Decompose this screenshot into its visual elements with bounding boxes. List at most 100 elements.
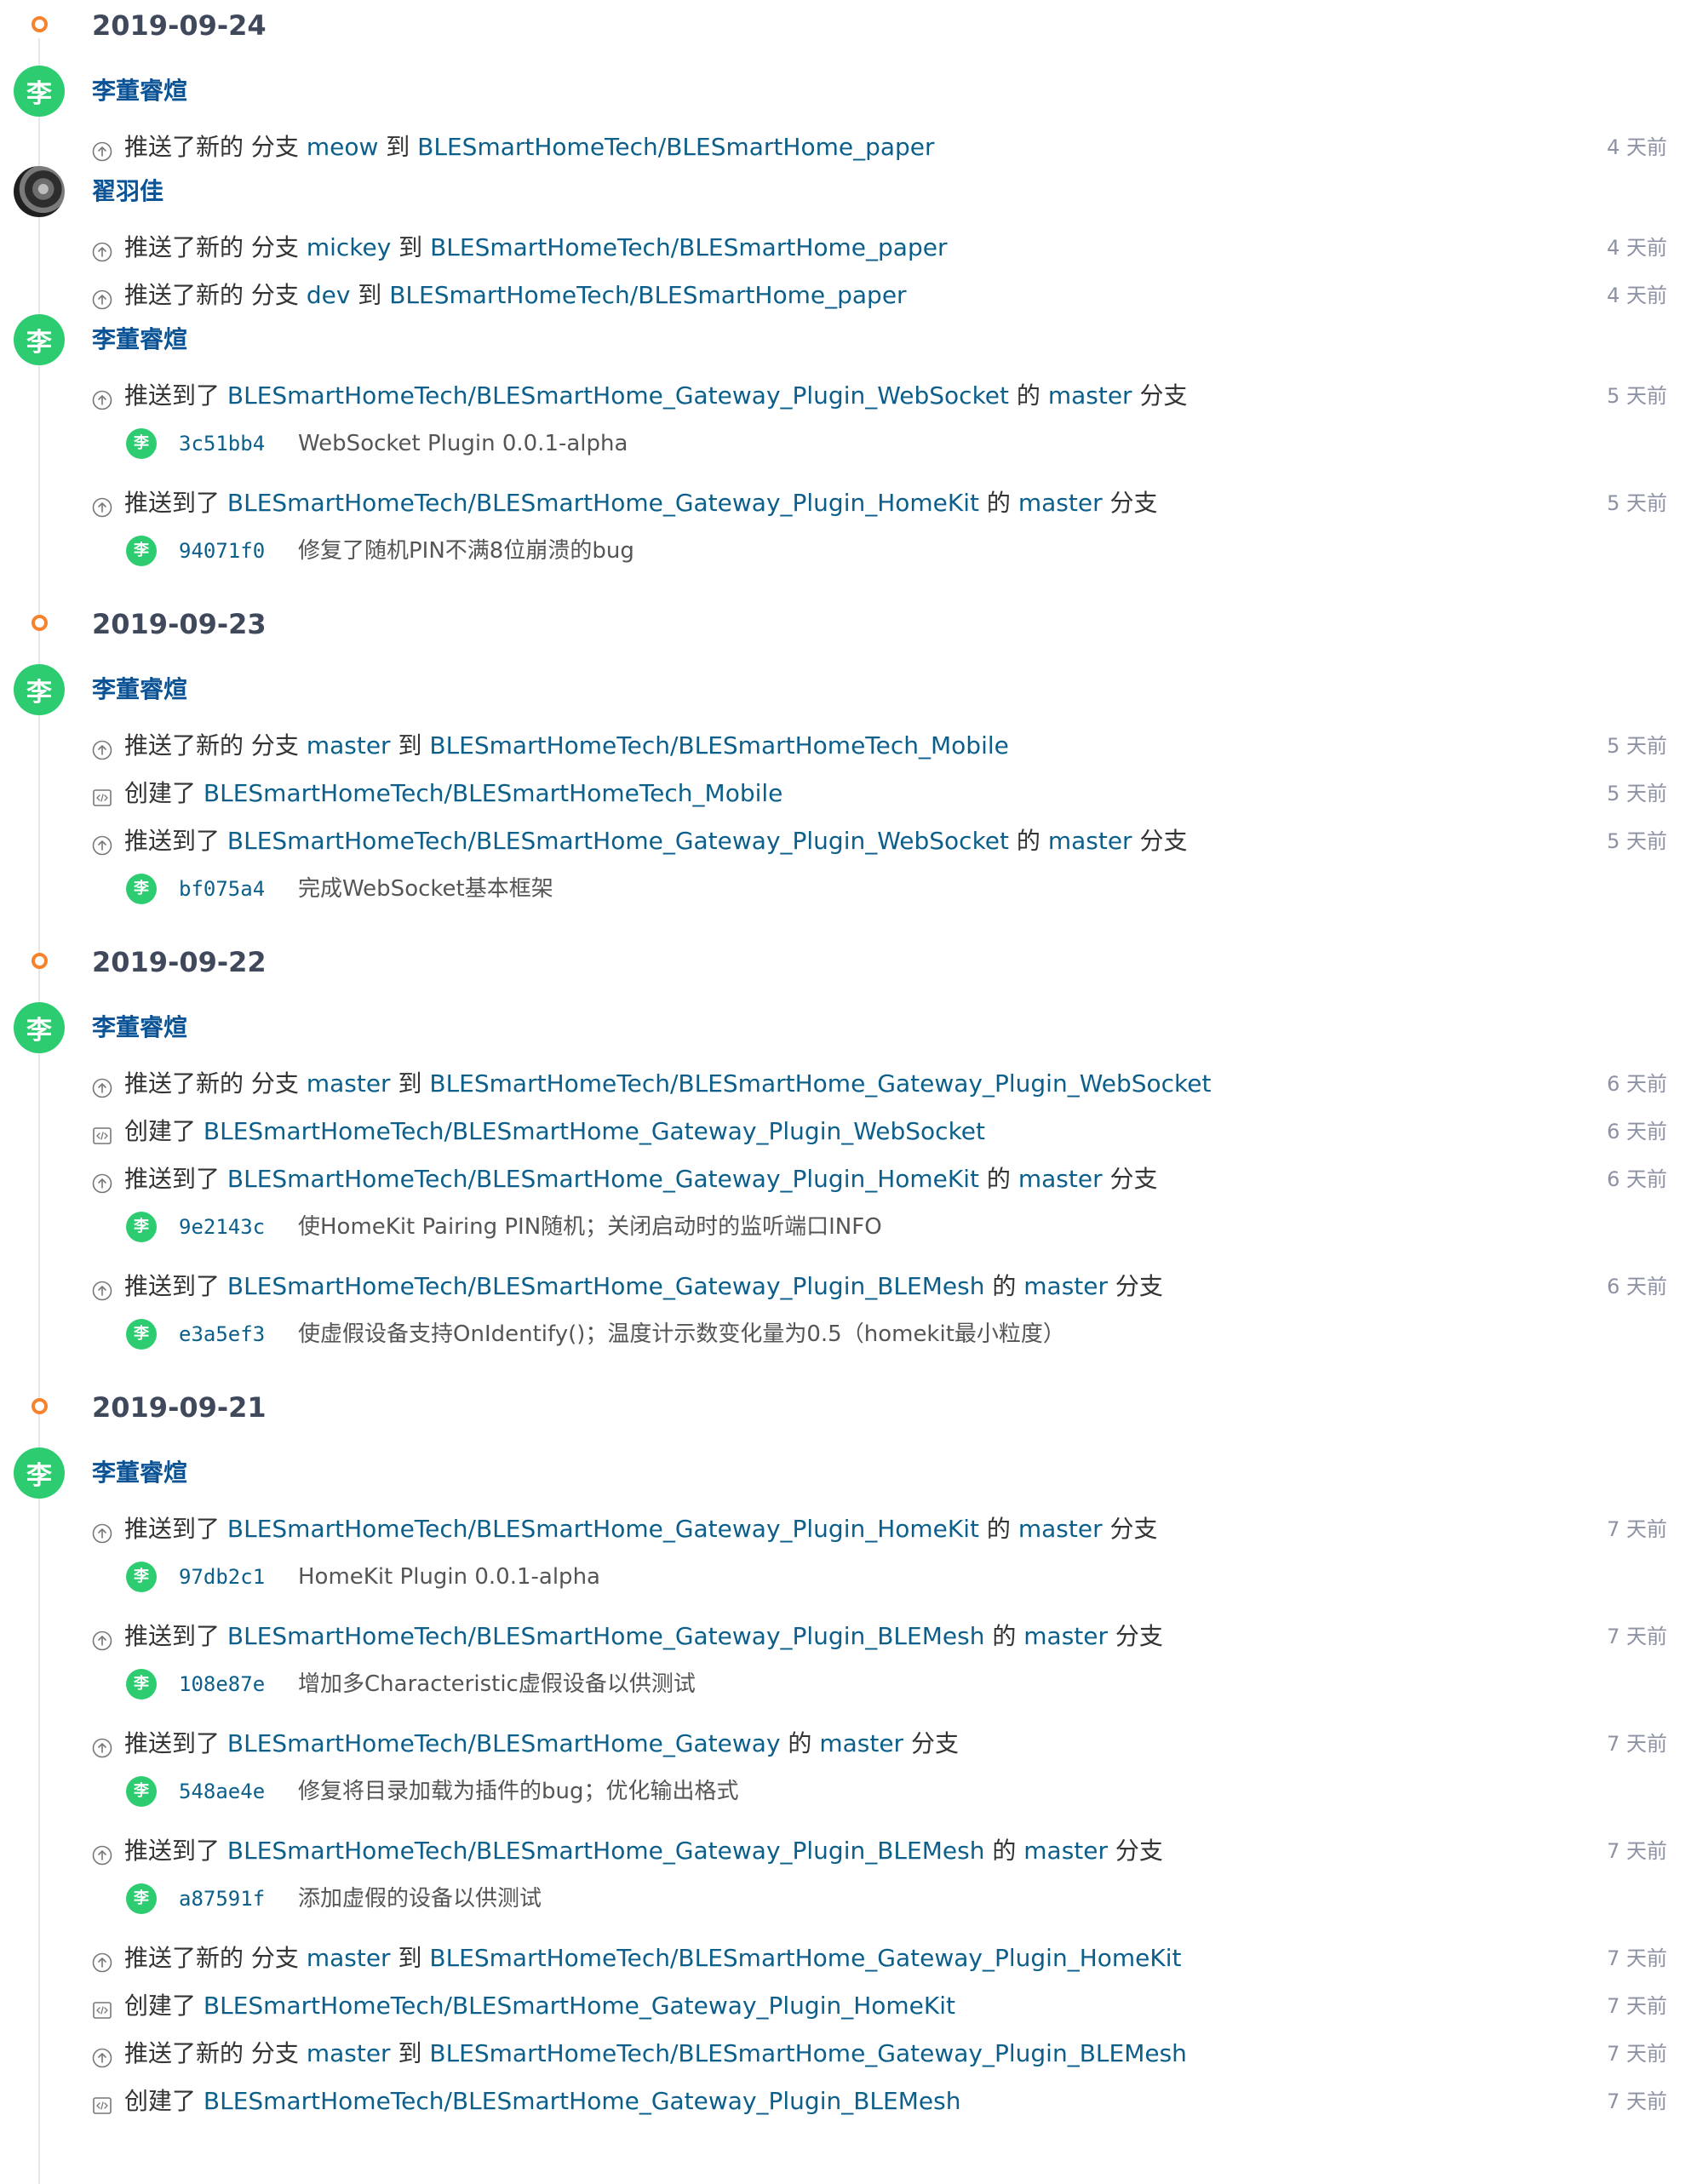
event-text-segment: 分支 [1102, 1165, 1158, 1193]
activity-event: 推送到了 BLESmartHomeTech/BLESmartHome_Gatew… [92, 1619, 1667, 1654]
push-icon [92, 1841, 112, 1866]
user-avatar[interactable]: 李 [14, 314, 65, 365]
event-link[interactable]: master [819, 1729, 903, 1757]
commit-sha-link[interactable]: 548ae4e [179, 1774, 265, 1809]
event-link[interactable]: master [1023, 1622, 1108, 1650]
event-text-segment: 推送到了 [124, 1272, 227, 1300]
event-link[interactable]: BLESmartHomeTech/BLESmartHome_Gateway_Pl… [203, 2087, 961, 2115]
event-text: 推送到了 BLESmartHomeTech/BLESmartHome_Gatew… [124, 824, 1187, 858]
event-text: 推送了新的 分支 dev 到 BLESmartHomeTech/BLESmart… [124, 278, 907, 312]
commit-sha-link[interactable]: bf075a4 [179, 872, 265, 906]
event-text: 推送到了 BLESmartHomeTech/BLESmartHome_Gatew… [124, 1619, 1163, 1654]
commit-author-avatar[interactable]: 李 [126, 1212, 157, 1242]
push-icon [92, 831, 112, 856]
event-link[interactable]: BLESmartHomeTech/BLESmartHome_Gateway_Pl… [203, 1992, 955, 2020]
event-text: 推送到了 BLESmartHomeTech/BLESmartHome_Gatew… [124, 379, 1187, 413]
event-link[interactable]: BLESmartHomeTech/BLESmartHome_Gateway_Pl… [227, 381, 1009, 410]
event-link[interactable]: BLESmartHomeTech/BLESmartHome_paper [417, 133, 934, 161]
commit-author-avatar[interactable]: 李 [126, 1319, 157, 1350]
event-link[interactable]: master [1018, 1165, 1103, 1193]
event-link[interactable]: BLESmartHomeTech/BLESmartHome_Gateway_Pl… [227, 1515, 979, 1543]
event-link[interactable]: mickey [307, 233, 391, 261]
event-link[interactable]: BLESmartHomeTech/BLESmartHome_Gateway_Pl… [429, 2039, 1187, 2067]
commit-message: 使虚假设备支持OnIdentify()；温度计示数变化量为0.5（homekit… [298, 1321, 1065, 1347]
commit-author-avatar[interactable]: 李 [126, 1776, 157, 1807]
user-avatar[interactable] [14, 166, 65, 217]
user-avatar[interactable]: 李 [14, 664, 65, 715]
time-ago: 4 天前 [1607, 236, 1667, 260]
event-link[interactable]: BLESmartHomeTech/BLESmartHome_Gateway [227, 1729, 781, 1757]
event-link[interactable]: master [1048, 381, 1132, 410]
commit-row: 李 e3a5ef3 使虚假设备支持OnIdentify()；温度计示数变化量为0.5… [126, 1317, 1403, 1351]
event-link[interactable]: BLESmartHomeTech/BLESmartHome_Gateway_Pl… [227, 1837, 985, 1865]
user-avatar[interactable]: 李 [14, 1002, 65, 1053]
commit-row: 李 108e87e 增加多Characteristic虚假设备以供测试 [126, 1667, 1403, 1701]
event-text: 推送到了 BLESmartHomeTech/BLESmartHome_Gatew… [124, 486, 1158, 520]
event-text-segment: 推送了新的 分支 [124, 1944, 307, 1972]
event-link[interactable]: BLESmartHomeTech/BLESmartHomeTech_Mobile [203, 779, 782, 807]
repo-icon [92, 2091, 112, 2114]
commit-sha-link[interactable]: 108e87e [179, 1667, 265, 1701]
push-icon [92, 386, 112, 410]
user-name-link[interactable]: 李董睿煊 [92, 1012, 187, 1043]
event-link[interactable]: master [1018, 489, 1103, 517]
event-link[interactable]: meow [307, 133, 379, 161]
event-link[interactable]: BLESmartHomeTech/BLESmartHome_Gateway_Pl… [227, 489, 979, 517]
activity-event: 推送了新的 分支 master 到 BLESmartHomeTech/BLESm… [92, 729, 1667, 763]
event-link[interactable]: master [307, 2039, 391, 2067]
commit-author-avatar[interactable]: 李 [126, 428, 157, 459]
commit-sha-link[interactable]: a87591f [179, 1882, 265, 1916]
time-ago: 7 天前 [1607, 1994, 1667, 2018]
commit-author-avatar[interactable]: 李 [126, 1669, 157, 1700]
activity-event: 推送了新的 分支 master 到 BLESmartHomeTech/BLESm… [92, 1941, 1667, 1975]
user-name-link[interactable]: 李董睿煊 [92, 76, 187, 106]
event-text-segment: 推送到了 [124, 1729, 227, 1757]
event-link[interactable]: BLESmartHomeTech/BLESmartHome_Gateway_Pl… [429, 1069, 1211, 1098]
event-text: 推送到了 BLESmartHomeTech/BLESmartHome_Gatew… [124, 1512, 1158, 1546]
commit-message: WebSocket Plugin 0.0.1-alpha [298, 431, 628, 456]
user-name-link[interactable]: 李董睿煊 [92, 1458, 187, 1488]
commit-sha-link[interactable]: 3c51bb4 [179, 427, 265, 461]
activity-feed: 2019-09-24 李李董睿煊 推送了新的 分支 meow 到 BLESmartH… [0, 0, 1691, 2184]
commit-author-avatar[interactable]: 李 [126, 536, 157, 566]
commit-sha-link[interactable]: 97db2c1 [179, 1560, 265, 1594]
user-avatar[interactable]: 李 [14, 1447, 65, 1499]
event-link[interactable]: BLESmartHomeTech/BLESmartHome_paper [430, 233, 947, 261]
event-text: 推送到了 BLESmartHomeTech/BLESmartHome_Gatew… [124, 1270, 1163, 1304]
event-link[interactable]: master [1023, 1837, 1108, 1865]
user-name-link[interactable]: 李董睿煊 [92, 324, 187, 355]
event-link[interactable]: BLESmartHomeTech/BLESmartHome_Gateway_Pl… [227, 827, 1009, 855]
push-icon [92, 1074, 112, 1098]
activity-event: 推送了新的 分支 master 到 BLESmartHomeTech/BLESm… [92, 1067, 1667, 1101]
event-text-segment: 推送了新的 分支 [124, 1069, 307, 1098]
event-link[interactable]: master [307, 1069, 391, 1098]
activity-event: 推送了新的 分支 master 到 BLESmartHomeTech/BLESm… [92, 2037, 1667, 2071]
event-link[interactable]: master [1048, 827, 1132, 855]
event-link[interactable]: master [1023, 1272, 1108, 1300]
user-name-link[interactable]: 李董睿煊 [92, 674, 187, 705]
time-ago: 7 天前 [1607, 1625, 1667, 1648]
event-link[interactable]: master [307, 731, 391, 760]
event-link[interactable]: master [307, 1944, 391, 1972]
event-link[interactable]: BLESmartHomeTech/BLESmartHome_paper [389, 281, 906, 309]
event-text-segment: 分支 [1102, 489, 1158, 517]
user-name-link[interactable]: 翟羽佳 [92, 176, 163, 207]
event-link[interactable]: BLESmartHomeTech/BLESmartHome_Gateway_Pl… [203, 1117, 985, 1145]
event-link[interactable]: BLESmartHomeTech/BLESmartHome_Gateway_Pl… [429, 1944, 1181, 1972]
event-link[interactable]: BLESmartHomeTech/BLESmartHomeTech_Mobile [429, 731, 1008, 760]
commit-sha-link[interactable]: e3a5ef3 [179, 1317, 265, 1351]
event-link[interactable]: BLESmartHomeTech/BLESmartHome_Gateway_Pl… [227, 1165, 979, 1193]
commit-author-avatar[interactable]: 李 [126, 874, 157, 904]
user-avatar[interactable]: 李 [14, 66, 65, 117]
commit-message: 修复将目录加载为插件的bug；优化输出格式 [298, 1779, 739, 1804]
commit-sha-link[interactable]: 9e2143c [179, 1210, 265, 1244]
event-link[interactable]: master [1018, 1515, 1103, 1543]
event-text: 创建了 BLESmartHomeTech/BLESmartHomeTech_Mo… [124, 777, 782, 811]
event-text-segment: 的 [984, 1622, 1024, 1650]
event-link[interactable]: dev [307, 281, 351, 309]
commit-author-avatar[interactable]: 李 [126, 1883, 157, 1914]
commit-author-avatar[interactable]: 李 [126, 1562, 157, 1592]
event-link[interactable]: BLESmartHomeTech/BLESmartHome_Gateway_Pl… [227, 1272, 985, 1300]
commit-sha-link[interactable]: 94071f0 [179, 534, 265, 568]
event-link[interactable]: BLESmartHomeTech/BLESmartHome_Gateway_Pl… [227, 1622, 985, 1650]
